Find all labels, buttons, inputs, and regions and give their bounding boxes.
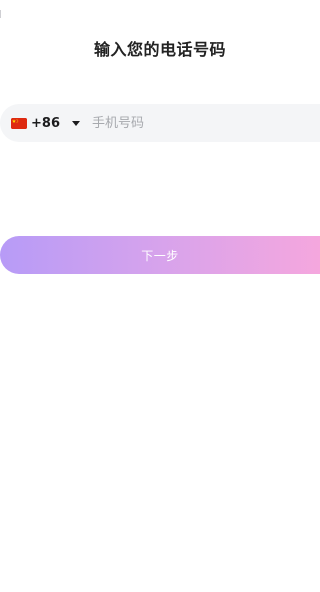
caret-down-icon[interactable] <box>71 120 80 126</box>
phone-entry-screen: 输入您的电话号码 +86 下一步 <box>0 0 320 592</box>
country-code-label: +86 <box>31 115 60 131</box>
phone-number-field: +86 <box>0 104 320 142</box>
country-code-selector[interactable]: +86 <box>11 104 80 142</box>
page-title: 输入您的电话号码 <box>93 40 226 59</box>
phone-number-input[interactable] <box>91 104 320 142</box>
edge-indicator <box>0 10 1 18</box>
china-flag-icon <box>11 117 27 129</box>
next-button[interactable]: 下一步 <box>0 236 320 274</box>
